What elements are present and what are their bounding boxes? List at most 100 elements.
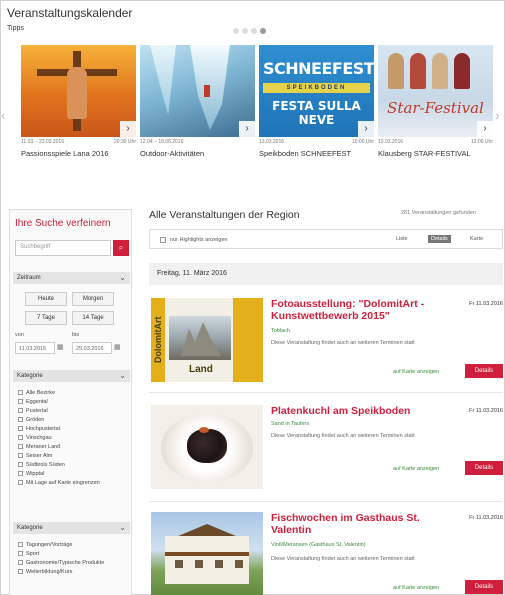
carousel-prev-icon[interactable]: ‹ (1, 107, 6, 123)
details-button[interactable]: Details (465, 580, 503, 594)
show-on-map-link[interactable]: auf Karte anzeigen (393, 369, 439, 375)
checkbox-item[interactable]: Pustertal (18, 406, 100, 415)
result-count: 281 Veranstaltungen gefunden (401, 210, 476, 216)
carousel-next-icon[interactable]: › (495, 107, 500, 123)
carousel-dots (233, 28, 266, 34)
slide-name[interactable]: Outdoor-Aktivitäten (140, 149, 255, 158)
slide-start-date: 12.04. - 18.06.2016 (140, 139, 184, 145)
event-description: Diese Veranstaltung findet auch an weite… (271, 340, 415, 346)
checkbox-item[interactable]: Mit Lage auf Karte eingrenzen (18, 478, 100, 487)
slide-time: 20:30 Uhr (114, 139, 136, 145)
slide-name[interactable]: Speikboden SCHNEEFEST (259, 149, 374, 158)
slide-name[interactable]: Klausberg STAR-FESTIVAL (378, 149, 493, 158)
tomorrow-button[interactable]: Morgen (72, 292, 114, 306)
slide-time: 12:00 Uhr (471, 139, 493, 145)
details-button[interactable]: Details (465, 461, 503, 475)
filter-title: Ihre Suche verfeinern (15, 218, 111, 229)
today-button[interactable]: Heute (25, 292, 67, 306)
event-image[interactable] (151, 512, 263, 595)
chevron-right-icon[interactable]: › (239, 121, 255, 137)
region-checkbox-list: Alle Bezirke Eggental Pustertal Gröden H… (18, 388, 100, 487)
carousel-dot-active[interactable] (260, 28, 266, 34)
to-date-input[interactable]: 25.03.2016 (72, 342, 112, 354)
region-section-header[interactable]: Kategorie ⌄ (13, 370, 130, 382)
slide-name[interactable]: Passionsspiele Lana 2016 (21, 149, 136, 158)
from-label: von (15, 332, 24, 338)
slide-image[interactable]: › (140, 45, 255, 137)
divider (149, 501, 503, 502)
details-button[interactable]: Details (465, 364, 503, 378)
chevron-right-icon[interactable]: › (358, 121, 374, 137)
chevron-down-icon: ⌄ (119, 273, 126, 282)
page-frame: Veranstaltungskalender Tipps ‹ › › 11.03… (0, 0, 505, 595)
view-toolbar: nur Highlights anzeigen Liste Details Ka… (149, 229, 503, 249)
tips-label: Tipps (7, 25, 24, 32)
slide-image[interactable]: Star-Festival › (378, 45, 493, 137)
from-date-input[interactable]: 11.03.2016 (15, 342, 55, 354)
slide-time: 10:00 Uhr (352, 139, 374, 145)
checkbox-item[interactable]: Gröden (18, 415, 100, 424)
event-date: Fr 11.03.2016 (469, 515, 503, 521)
search-icon[interactable]: ⌕ (113, 240, 129, 256)
event-title[interactable]: Platenkuchl am Speikboden (271, 405, 449, 417)
carousel-slide[interactable]: › 12.04. - 18.06.2016 Outdoor-Aktivitäte… (140, 45, 255, 158)
carousel-slide[interactable]: SCHNEEFEST SPEIKBODEN FESTA SULLA NEVE ›… (259, 45, 374, 158)
page-title: Veranstaltungskalender (7, 6, 133, 20)
checkbox-item[interactable]: Weiterbildung/Kurs (18, 567, 104, 576)
carousel-slide[interactable]: › 11.03. - 23.03.2016 20:30 Uhr Passionss… (21, 45, 136, 158)
slide-image[interactable]: SCHNEEFEST SPEIKBODEN FESTA SULLA NEVE › (259, 45, 374, 137)
calendar-icon[interactable]: ▦ (114, 343, 121, 351)
chevron-down-icon: ⌄ (119, 523, 126, 532)
slide-image[interactable]: › (21, 45, 136, 137)
slide-start-date: 13.03.2016 (378, 139, 404, 145)
event-title[interactable]: Fotoausstellung: "DolomitArt - Kunstwett… (271, 298, 449, 322)
show-on-map-link[interactable]: auf Karte anzeigen (393, 585, 439, 591)
view-detail-button[interactable]: Details (428, 235, 451, 243)
checkbox-item[interactable]: Eggental (18, 397, 100, 406)
chevron-right-icon[interactable]: › (120, 121, 136, 137)
slide-start-date: 13.03.2016 (259, 139, 285, 145)
checkbox-item[interactable]: Südtirols Süden (18, 460, 100, 469)
event-location: Toblach (271, 328, 290, 334)
seven-days-button[interactable]: 7 Tage (25, 311, 67, 325)
filter-sidebar: Ihre Suche verfeinern Suchbegriff ⌕ Zeit… (9, 209, 132, 595)
carousel-dot[interactable] (242, 28, 248, 34)
checkbox-item[interactable]: Gastronomie/Typische Produkte (18, 558, 104, 567)
calendar-icon[interactable]: ▦ (57, 343, 64, 351)
checkbox-item[interactable]: Seiser Alm (18, 451, 100, 460)
event-date: Fr 11.03.2016 (469, 301, 503, 307)
checkbox-item[interactable]: Hochpustertal (18, 424, 100, 433)
event-description: Diese Veranstaltung findet auch an weite… (271, 433, 415, 439)
chevron-right-icon[interactable]: › (477, 121, 493, 137)
highlights-checkbox[interactable] (160, 237, 166, 243)
view-map-button[interactable]: Karte (470, 236, 483, 242)
event-image[interactable]: DolomitArt Land (151, 298, 263, 382)
checkbox-item[interactable]: Vinschgau (18, 433, 100, 442)
checkbox-item[interactable]: Tagungen/Vorträge (18, 540, 104, 549)
view-list-button[interactable]: Liste (396, 236, 408, 242)
divider (149, 392, 503, 393)
type-checkbox-list: Tagungen/Vorträge Sport Gastronomie/Typi… (18, 540, 104, 576)
fourteen-days-button[interactable]: 14 Tage (72, 311, 114, 325)
event-image[interactable] (151, 405, 263, 489)
search-input[interactable]: Suchbegriff (15, 240, 111, 256)
highlights-label: nur Highlights anzeigen (170, 237, 228, 243)
event-date: Fr 11.03.2016 (469, 408, 503, 414)
event-location: Sand in Taufers (271, 421, 310, 427)
event-description: Diese Veranstaltung findet auch an weite… (271, 556, 415, 562)
show-on-map-link[interactable]: auf Karte anzeigen (393, 466, 439, 472)
type-section-header[interactable]: Kategorie ⌄ (13, 522, 130, 534)
date-group-heading: Freitag, 11. März 2016 (149, 263, 503, 285)
events-heading: Alle Veranstaltungen der Region (149, 209, 300, 221)
checkbox-item[interactable]: Sport (18, 549, 104, 558)
event-location: Vintl/Meransen (Gasthaus St. Valentin) (271, 542, 366, 548)
period-section-header[interactable]: Zeitraum ⌄ (13, 272, 130, 284)
checkbox-item[interactable]: Alle Bezirke (18, 388, 100, 397)
carousel-slide[interactable]: Star-Festival › 13.03.2016 12:00 Uhr Klau… (378, 45, 493, 158)
checkbox-item[interactable]: Meraner Land (18, 442, 100, 451)
event-title[interactable]: Fischwochen im Gasthaus St. Valentin (271, 512, 449, 536)
carousel-dot[interactable] (233, 28, 239, 34)
tips-carousel: ‹ › › 11.03. - 23.03.2016 20:30 Uhr Passi… (1, 45, 500, 185)
checkbox-item[interactable]: Wipptal (18, 469, 100, 478)
carousel-dot[interactable] (251, 28, 257, 34)
